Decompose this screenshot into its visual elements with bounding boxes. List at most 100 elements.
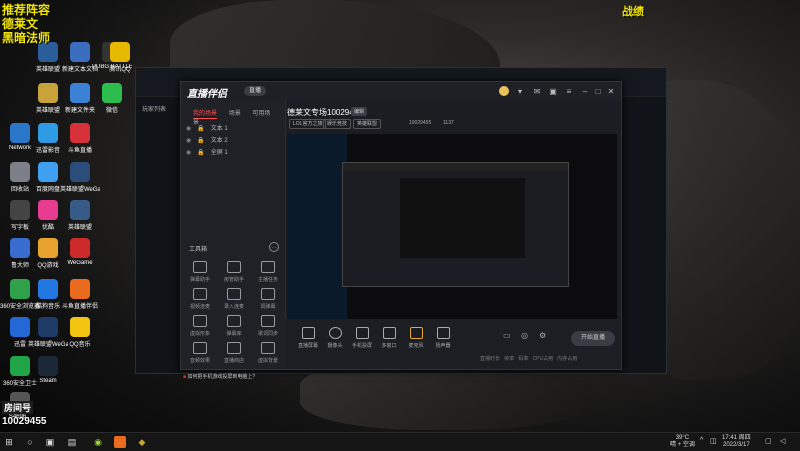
button-label: 摄像头 xyxy=(327,343,343,349)
tool-label: 弹幕助手 xyxy=(189,277,210,283)
status-item: 码率 xyxy=(518,356,529,362)
desktop-icon[interactable]: QQ音乐 xyxy=(60,317,100,348)
toolbox-item[interactable]: 视频连麦 xyxy=(183,288,217,310)
file-explorer-icon[interactable]: ▤ xyxy=(66,436,78,448)
network-icon[interactable]: ◫ xyxy=(710,437,717,445)
category-tag[interactable]: 娱乐竞技 xyxy=(323,119,352,129)
toolbox-item[interactable]: 虚拟背景 xyxy=(251,342,285,364)
eye-icon[interactable]: ◉ xyxy=(186,138,191,144)
toolbox-item[interactable]: 主播任务 xyxy=(251,261,285,283)
notification-icon[interactable]: ▢ xyxy=(765,437,772,445)
windows-start-icon[interactable]: ⊞ xyxy=(3,436,15,448)
app-icon xyxy=(10,123,30,143)
camera-icon xyxy=(328,327,342,339)
bag-icon[interactable]: ▣ xyxy=(547,86,559,98)
maximize-icon[interactable]: □ xyxy=(592,86,604,98)
toolbox-title: 工具箱 xyxy=(189,247,208,253)
clock[interactable]: 17:41 周四 2022/3/17 xyxy=(722,435,751,449)
status-item: 内存占用 xyxy=(557,356,578,362)
tool-label: 音频效果 xyxy=(189,358,210,364)
app-icon xyxy=(10,279,30,299)
volume-icon[interactable]: ◁ xyxy=(780,437,785,445)
tip-text: 如何把手机游戏投屏到电脑上? xyxy=(187,374,256,380)
overlay-line: 德莱文 xyxy=(2,17,39,31)
league-taskbar-icon[interactable]: ◆ xyxy=(136,436,148,448)
toolbox-item[interactable]: 弹幕库 xyxy=(217,315,251,337)
tray-arrow-icon[interactable]: ^ xyxy=(700,437,703,444)
toolbox-item[interactable]: 直播商店 xyxy=(217,342,251,364)
dropdown-icon[interactable]: ▾ xyxy=(514,86,526,98)
app-icon xyxy=(70,123,90,143)
speaker-button[interactable]: 扬声器 xyxy=(430,327,456,349)
app-icon xyxy=(38,356,58,376)
avatar[interactable] xyxy=(499,86,509,96)
tab-my-scenes[interactable]: 我的场景 xyxy=(193,111,218,119)
camera-button[interactable]: 摄像头 xyxy=(322,327,348,349)
record-icon[interactable]: ▭ xyxy=(503,331,511,340)
status-item: 帧率 xyxy=(504,356,515,362)
lock-icon[interactable]: 🔒 xyxy=(197,138,204,144)
category-tag[interactable]: 英雄联盟 xyxy=(353,119,382,129)
app-icon xyxy=(70,279,90,299)
tool-label: 视频连麦 xyxy=(189,304,210,310)
minimize-icon[interactable]: – xyxy=(579,86,591,98)
menu-icon[interactable]: ≡ xyxy=(563,86,575,98)
message-icon[interactable]: ✉ xyxy=(531,86,543,98)
lock-icon[interactable]: 🔒 xyxy=(197,150,204,156)
edit-room-button[interactable]: 编辑 xyxy=(351,107,368,116)
desktop-icon-label: 英雄联盟 xyxy=(67,225,92,231)
source-item[interactable]: ◉ 🔒 文本 1 xyxy=(186,123,228,132)
desktop-icon[interactable]: Steam xyxy=(28,356,68,384)
tab-scenes[interactable]: 场景 xyxy=(229,111,241,117)
screen-capture-button[interactable]: 直播屏幕 xyxy=(295,327,321,349)
desktop-icon[interactable]: 斗鱼直播 xyxy=(60,123,100,154)
toolbox-item[interactable]: 录入连麦 xyxy=(217,288,251,310)
eye-icon[interactable]: ◎ xyxy=(521,331,528,340)
tool-label: 虚拟形象 xyxy=(189,331,210,337)
overlay-line: 黑暗法师 xyxy=(2,31,51,45)
toolbox-item[interactable]: 房管助手 xyxy=(217,261,251,283)
live-companion-taskbar-icon[interactable] xyxy=(114,436,126,448)
start-live-button[interactable]: 开始直播 xyxy=(571,331,615,346)
taskbar: ⊞ ○ ▣ ▤ ◉ ◆ 39°C 晴 + 空调 ^ ◫ 17:41 周四 202… xyxy=(0,432,800,451)
tool-icon xyxy=(261,288,275,300)
app-icon xyxy=(38,42,58,62)
toolbox-item[interactable]: 歌词同步 xyxy=(251,315,285,337)
desktop-icon[interactable]: 英雄联盟WeGame版 xyxy=(60,162,100,193)
nested-window-preview xyxy=(342,162,569,287)
multi-window-button[interactable]: 多窗口 xyxy=(376,327,402,349)
tool-label: 房管助手 xyxy=(223,277,244,283)
source-item[interactable]: ◉ 🔒 全屏 1 xyxy=(186,147,228,156)
lock-icon[interactable]: 🔒 xyxy=(197,126,204,132)
clock-date: 2022/3/17 xyxy=(722,442,750,448)
toolbox-item[interactable]: 虚拟形象 xyxy=(183,315,217,337)
toolbox-item[interactable]: 调弹幕 xyxy=(251,288,285,310)
close-icon[interactable]: ✕ xyxy=(605,86,617,98)
category-tag[interactable]: LOL官方之旅 xyxy=(289,119,327,129)
button-label: 扬声器 xyxy=(435,343,451,349)
desktop-icon[interactable]: 腾讯QQ xyxy=(100,42,140,73)
task-view-icon[interactable]: ▣ xyxy=(44,436,56,448)
settings-icon[interactable]: ⚙ xyxy=(539,331,546,340)
microphone-button[interactable]: 麦克风 xyxy=(403,327,429,349)
eye-icon[interactable]: ◉ xyxy=(186,126,191,132)
help-tip[interactable]: ■ 如何把手机游戏投屏到电脑上? xyxy=(183,373,255,380)
game-client-nav: 玩家列表 xyxy=(142,107,167,113)
button-label: 多窗口 xyxy=(381,343,397,349)
desktop-icon[interactable]: WeGame xyxy=(60,238,100,266)
button-label: 直播屏幕 xyxy=(297,343,318,349)
source-item[interactable]: ◉ 🔒 文本 2 xyxy=(186,135,228,144)
toolbox-item[interactable]: 音频效果 xyxy=(183,342,217,364)
toolbox-item[interactable]: 弹幕助手 xyxy=(183,261,217,283)
more-icon[interactable]: … xyxy=(269,242,279,252)
search-icon[interactable]: ○ xyxy=(24,436,36,448)
weather-widget[interactable]: 39°C 晴 + 空调 xyxy=(670,435,695,449)
app-icon xyxy=(110,42,130,62)
eye-icon[interactable]: ◉ xyxy=(186,150,191,156)
browser-icon[interactable]: ◉ xyxy=(92,436,104,448)
desktop-icon[interactable]: 英雄联盟 xyxy=(60,200,100,231)
desktop-icon[interactable]: 微信 xyxy=(92,83,132,114)
live-mode-button[interactable]: 直播 xyxy=(244,86,267,96)
phone-cast-button[interactable]: 手机投屏 xyxy=(349,327,375,349)
desktop-icon[interactable]: 斗鱼直播伴侣 xyxy=(60,279,100,310)
